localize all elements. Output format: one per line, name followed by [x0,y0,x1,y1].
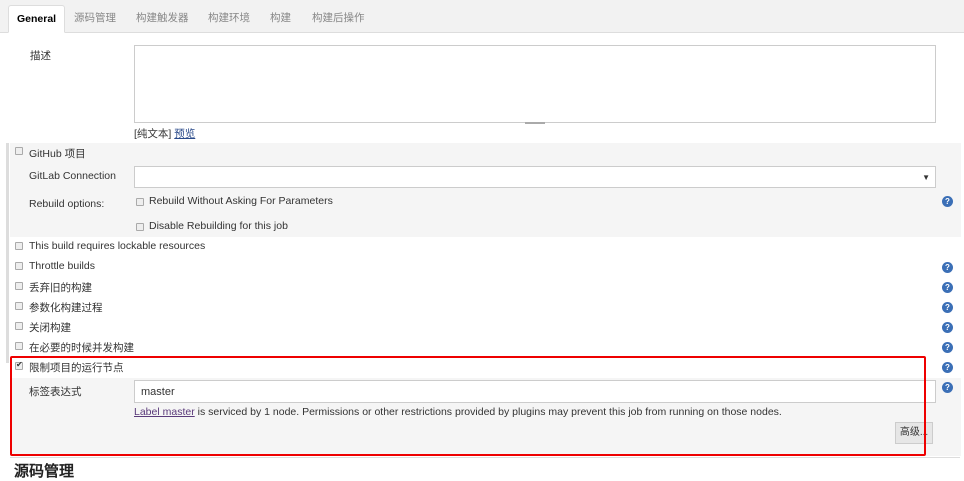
description-textarea[interactable] [134,45,936,123]
gitlab-select[interactable]: ▼ [134,166,936,188]
divider [10,457,960,458]
description-format: [纯文本] 预览 [134,126,195,141]
option-checkbox[interactable] [15,302,23,310]
tab-post-build[interactable]: 构建后操作 [304,5,373,33]
option-checkbox[interactable] [15,322,23,330]
tab-build[interactable]: 构建 [262,5,299,33]
gitlab-label: GitLab Connection [29,170,116,182]
tab-triggers[interactable]: 构建触发器 [128,5,197,33]
description-label: 描述 [30,50,51,62]
rebuild-no-params-checkbox[interactable] [136,198,144,206]
tab-general[interactable]: General [8,5,66,33]
github-checkbox[interactable] [15,147,23,155]
help-icon[interactable]: ? [942,382,953,393]
help-icon[interactable]: ? [942,196,953,207]
option-label: 丢弃旧的构建 [29,282,92,294]
rebuild-no-params-label: Rebuild Without Asking For Parameters [149,195,333,207]
highlight-box [10,356,926,456]
section-bar [6,143,9,363]
help-icon[interactable]: ? [942,322,953,333]
help-icon[interactable]: ? [942,302,953,313]
option-checkbox[interactable] [15,282,23,290]
option-checkbox[interactable] [15,342,23,350]
option-label: This build requires lockable resources [29,240,206,252]
option-label: Throttle builds [29,260,95,272]
disable-rebuild-label: Disable Rebuilding for this job [149,220,288,232]
option-checkbox[interactable] [15,242,23,250]
disable-rebuild-checkbox[interactable] [136,223,144,231]
option-label: 在必要的时候并发构建 [29,342,134,354]
help-icon[interactable]: ? [942,362,953,373]
tab-environment[interactable]: 构建环境 [200,5,258,33]
help-icon[interactable]: ? [942,282,953,293]
option-label: 参数化构建过程 [29,302,103,314]
section-heading-scm: 源码管理 [14,463,75,480]
tab-scm[interactable]: 源码管理 [66,5,124,33]
option-label: 关闭构建 [29,322,71,334]
github-label: GitHub 项目 [29,148,86,160]
rebuild-label: Rebuild options: [29,198,105,210]
chevron-down-icon: ▼ [922,173,930,182]
resize-grip[interactable] [525,122,545,124]
plain-text-label: [纯文本] [134,128,172,140]
tab-bar: General 源码管理 构建触发器 构建环境 构建 构建后操作 [0,0,964,33]
help-icon[interactable]: ? [942,342,953,353]
option-checkbox[interactable] [15,262,23,270]
preview-link[interactable]: 预览 [174,128,195,140]
help-icon[interactable]: ? [942,262,953,273]
